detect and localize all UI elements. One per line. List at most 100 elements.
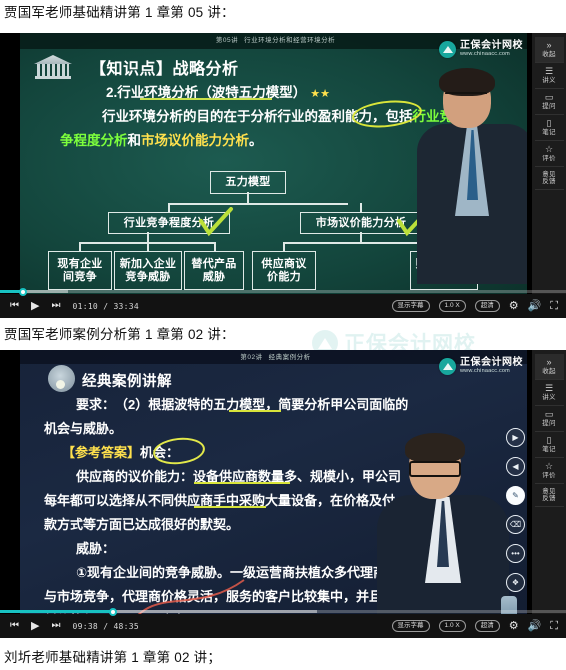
sidebar-item-rating-label: 评价: [542, 471, 556, 479]
sidebar-item-note-label: 笔记: [542, 128, 556, 136]
player2-control-bar[interactable]: ⏮ ▶ ⏭ 09:38 / 48:35 显示字幕 1.0 X 超清 ⚙ 🔊 ⛶: [0, 607, 566, 638]
sidebar-item-rating[interactable]: ☆ 评价: [534, 141, 564, 167]
video-player-1[interactable]: 第05讲 行业环境分析和经营环境分析 正保会计网校 www.chinaacc.co…: [0, 33, 566, 318]
player1-subtitle-toggle[interactable]: 显示字幕: [391, 300, 430, 312]
diagram-node-root: 五力模型: [210, 171, 286, 194]
more-tool-icon[interactable]: •••: [506, 544, 525, 563]
player2-line-7: 威胁：: [76, 541, 116, 556]
chevron-right-double-icon: »: [546, 356, 552, 367]
player2-line-3: 【参考答案】机会：: [62, 442, 179, 461]
sidebar-item-feedback[interactable]: 意见 反馈: [534, 484, 564, 507]
player2-played: [0, 610, 114, 613]
diagram-connector: [168, 203, 348, 205]
player2-slide-header-title: 经典案例分析: [268, 354, 311, 361]
diagram-leaf-3-label: 替代产品 威胁: [191, 257, 237, 283]
player1-line2-stars: ★★: [310, 88, 330, 100]
diagram-connector: [283, 242, 443, 244]
brand-name: 正保会计网校: [460, 357, 523, 369]
back-tool-icon[interactable]: ◀: [506, 457, 525, 476]
sidebar-item-rating[interactable]: ☆ 评价: [534, 458, 564, 484]
brand-url: www.chinaacc.com: [460, 368, 510, 375]
gear-icon[interactable]: ⚙: [509, 620, 519, 632]
sidebar-item-rating-label: 评价: [542, 154, 556, 162]
sidebar-item-question-label: 提问: [542, 419, 556, 427]
sidebar-item-question[interactable]: ▭ 提问: [534, 89, 564, 115]
player1-line4-yellow: 市场议价能力分析: [141, 133, 249, 148]
list-icon: ☰: [544, 382, 554, 393]
player1-quality-selector[interactable]: 超清: [474, 300, 500, 312]
player2-stage[interactable]: 第02讲 经典案例分析 正保会计网校 www.chinaacc.com 经典案例讲…: [20, 350, 531, 638]
caption-video-3: 刘圻老师基础精讲第 1 章第 02 讲；: [4, 650, 222, 665]
volume-icon[interactable]: 🔊: [528, 300, 542, 312]
diagram-leaf-4-label: 供应商议 价能力: [261, 257, 307, 283]
chat-bubble-icon: ▭: [544, 91, 554, 102]
player1-line4-green: 争程度分析: [60, 133, 128, 148]
fullscreen-icon[interactable]: ⛶: [550, 300, 558, 312]
next-icon[interactable]: ⏭: [51, 301, 60, 311]
player2-quality-selector[interactable]: 超清: [474, 620, 500, 632]
sidebar-item-note[interactable]: ▯ 笔记: [534, 115, 564, 141]
player1-line4-end: 。: [249, 133, 263, 148]
player1-progress-bar[interactable]: [0, 287, 566, 296]
player1-stage[interactable]: 第05讲 行业环境分析和经营环境分析 正保会计网校 www.chinaacc.co…: [20, 33, 531, 318]
player1-duration: 33:34: [113, 301, 140, 311]
player2-underline-3: [194, 506, 266, 508]
player2-subtitle-toggle[interactable]: 显示字幕: [391, 620, 430, 632]
play-icon[interactable]: ▶: [31, 301, 39, 312]
eraser-tool-icon[interactable]: ⌫: [506, 515, 525, 534]
player1-left-letterbox: [0, 33, 20, 318]
player1-line3-a: 行业环境分析的目的在于分析行业的: [102, 109, 318, 124]
player1-slide-line3: 行业环境分析的目的在于分析行业的盈利能力，包括行业竞: [102, 105, 453, 125]
player2-line-6: 款方式等方面已达成很好的默契。: [44, 517, 240, 532]
notebook-icon: ▯: [546, 434, 552, 445]
screenshot-tool-icon[interactable]: ❖: [506, 573, 525, 592]
diagram-leaf-1-label: 现有企业 间竞争: [57, 257, 103, 283]
brand-logo-icon: [439, 41, 456, 58]
sidebar-item-note[interactable]: ▯ 笔记: [534, 432, 564, 458]
video-player-2[interactable]: 第02讲 经典案例分析 正保会计网校 www.chinaacc.com 经典案例讲…: [0, 350, 566, 638]
player1-line3-green: 行业竞: [412, 109, 454, 124]
next-icon[interactable]: ⏭: [51, 621, 60, 631]
diagram-leaf-2: 新加入企业 竞争威胁: [114, 251, 182, 290]
previous-icon[interactable]: ⏮: [10, 301, 19, 311]
player2-left-letterbox: [0, 350, 20, 638]
volume-icon[interactable]: 🔊: [528, 620, 542, 632]
play-tool-icon[interactable]: ▶: [506, 428, 525, 447]
player1-control-bar[interactable]: ⏮ ▶ ⏭ 01:10 / 33:34 显示字幕 1.0 X 超清 ⚙ 🔊 ⛶: [0, 287, 566, 318]
player2-current-time: 09:38: [72, 621, 99, 631]
sidebar-item-handout-label: 讲义: [542, 76, 556, 84]
fullscreen-icon[interactable]: ⛶: [550, 620, 558, 632]
player2-avatar: [48, 365, 75, 392]
gear-icon[interactable]: ⚙: [509, 300, 519, 312]
player1-line3-highlight: 盈利能力: [318, 109, 372, 124]
player2-time-separator: /: [103, 621, 109, 631]
chevron-right-double-icon: »: [546, 39, 552, 50]
player1-sidebar[interactable]: » 收起 ☰ 讲义 ▭ 提问 ▯ 笔记 ☆ 评价 意见 反馈: [531, 33, 566, 318]
player2-floating-tools[interactable]: ▶ ◀ ✎ ⌫ ••• ❖: [506, 428, 525, 592]
player2-speed-selector[interactable]: 1.0 X: [438, 620, 466, 632]
caption-video-1: 贾国军老师基础精讲第 1 章第 05 讲：: [4, 5, 235, 20]
brand-name: 正保会计网校: [460, 40, 523, 52]
player1-time-separator: /: [103, 301, 109, 311]
player1-line4-mid: 和: [127, 133, 142, 148]
pen-tool-icon[interactable]: ✎: [506, 486, 525, 505]
play-icon[interactable]: ▶: [31, 621, 39, 632]
player2-sidebar[interactable]: » 收起 ☰ 讲义 ▭ 提问 ▯ 笔记 ☆ 评价 意见 反馈: [531, 350, 566, 638]
player1-line3-b: ，包括: [372, 109, 413, 124]
sidebar-item-feedback[interactable]: 意见 反馈: [534, 167, 564, 190]
player2-line-2: 机会与威胁。: [44, 421, 123, 436]
sidebar-item-collapse[interactable]: » 收起: [534, 37, 564, 63]
sidebar-item-handout[interactable]: ☰ 讲义: [534, 380, 564, 406]
sidebar-item-handout[interactable]: ☰ 讲义: [534, 63, 564, 89]
player2-brand: 正保会计网校 www.chinaacc.com: [439, 358, 523, 375]
diagram-leaf-5: 购买商议价 能力: [410, 251, 478, 290]
player1-brand: 正保会计网校 www.chinaacc.com: [439, 41, 523, 58]
sidebar-item-question[interactable]: ▭ 提问: [534, 406, 564, 432]
sidebar-item-note-label: 笔记: [542, 445, 556, 453]
player2-progress-bar[interactable]: [0, 607, 566, 616]
player1-underline-mark-1: [140, 98, 272, 100]
previous-icon[interactable]: ⏮: [10, 621, 19, 631]
sidebar-item-collapse[interactable]: » 收起: [534, 354, 564, 380]
sidebar-item-handout-label: 讲义: [542, 393, 556, 401]
player1-speed-selector[interactable]: 1.0 X: [438, 300, 466, 312]
